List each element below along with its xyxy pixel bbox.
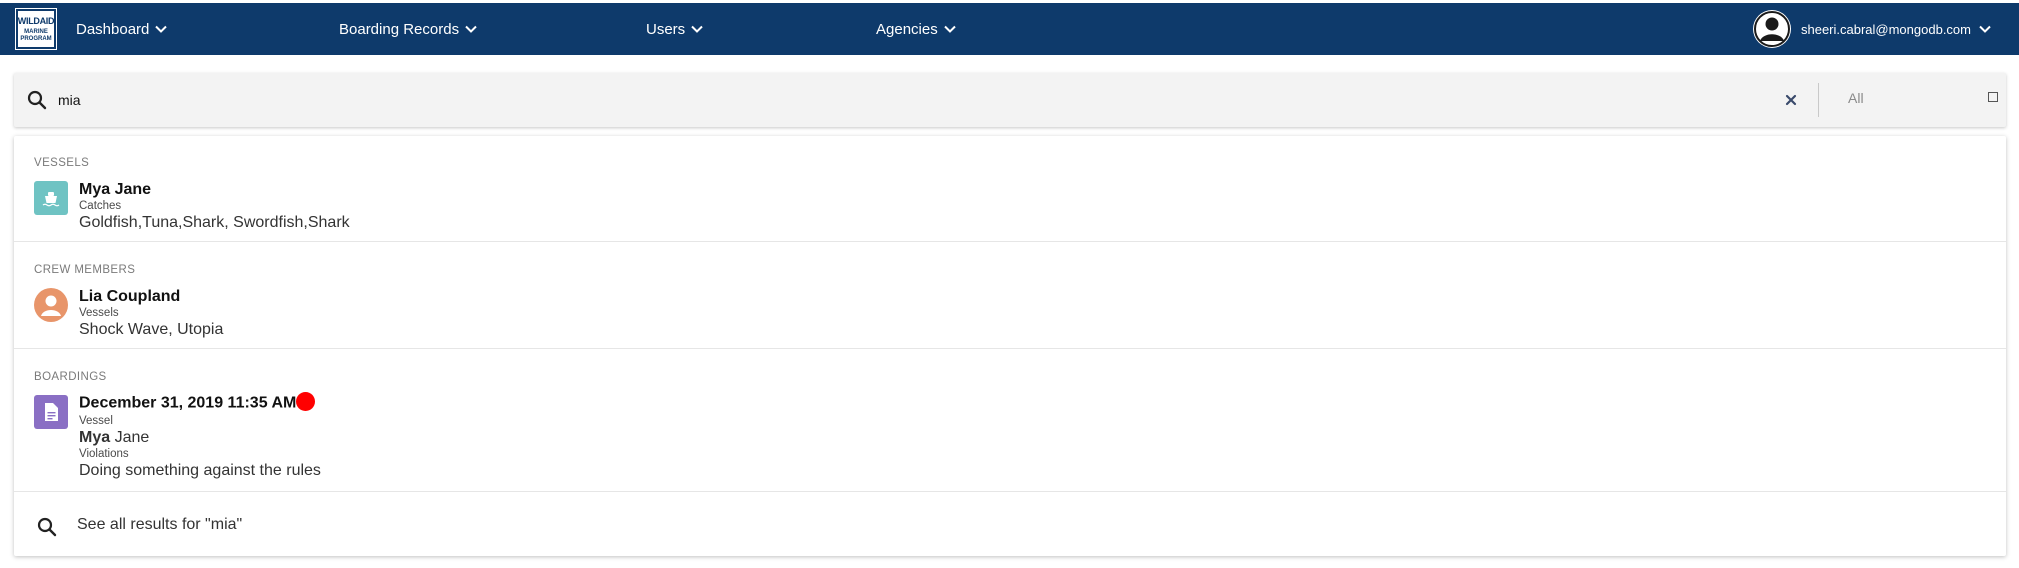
see-all-results-label: See all results for "mia" bbox=[77, 516, 243, 533]
boarding-violations: Doing something against the rules bbox=[79, 462, 321, 479]
wildaid-logo[interactable]: WILDAID MARINE PROGRAM bbox=[15, 8, 57, 50]
see-all-results-link[interactable]: See all results for "mia" bbox=[14, 492, 2006, 556]
search-icon bbox=[26, 89, 48, 111]
section-title-vessels: VESSELS bbox=[34, 157, 90, 169]
user-menu[interactable]: sheeri.cabral@mongodb.com bbox=[1752, 3, 1991, 55]
boarding-vessel-name: Mya Jane bbox=[79, 429, 149, 447]
logo-text-1: WILDAID bbox=[17, 15, 55, 26]
nav-boarding-records[interactable]: Boarding Records bbox=[339, 3, 477, 55]
chevron-down-icon bbox=[155, 25, 168, 33]
chevron-down-icon bbox=[691, 25, 703, 33]
search-results-panel: VESSELS Mya Jane Catches Goldfish,Tuna,S… bbox=[14, 136, 2006, 556]
chevron-down-icon bbox=[465, 25, 477, 33]
crew-name: Lia Coupland bbox=[79, 288, 181, 305]
boarding-violations-label: Violations bbox=[79, 448, 129, 460]
user-email: sheeri.cabral@mongodb.com bbox=[1800, 21, 1971, 37]
person-icon bbox=[34, 288, 68, 322]
user-avatar-icon bbox=[1752, 10, 1791, 48]
filter-dropdown-icon[interactable] bbox=[1988, 92, 1998, 102]
nav-users-label: Users bbox=[646, 20, 686, 38]
boarding-date-text: December 31, 2019 11:35 AM bbox=[79, 394, 297, 412]
nav-boarding-records-label: Boarding Records bbox=[339, 20, 460, 38]
global-search-bar: All bbox=[14, 73, 2006, 127]
boarding-vessel-label: Vessel bbox=[79, 415, 113, 427]
clear-search-icon[interactable] bbox=[1784, 93, 1798, 107]
nav-agencies[interactable]: Agencies bbox=[876, 3, 956, 55]
vessel-name: Mya Jane bbox=[79, 181, 152, 198]
nav-agencies-label: Agencies bbox=[876, 20, 938, 38]
logo-text-3: PROGRAM bbox=[20, 35, 52, 42]
boarding-vessel-rest: Jane bbox=[110, 429, 150, 446]
search-icon bbox=[36, 516, 58, 538]
boarding-vessel-match: Mya bbox=[79, 429, 111, 446]
search-input[interactable] bbox=[58, 87, 1758, 113]
vessel-sub-label: Catches bbox=[79, 200, 122, 212]
status-dot-icon bbox=[296, 392, 316, 411]
boat-icon bbox=[34, 181, 68, 215]
document-icon bbox=[34, 395, 68, 429]
boardings-section: BOARDINGS December 31, 2019 11:35 AM Ves… bbox=[14, 349, 2006, 492]
boarding-date: December 31, 2019 11:35 AM bbox=[79, 392, 316, 413]
nav-users[interactable]: Users bbox=[646, 3, 703, 55]
section-title-crew: CREW MEMBERS bbox=[34, 264, 136, 276]
nav-dashboard[interactable]: Dashboard bbox=[76, 3, 168, 55]
chevron-down-icon bbox=[944, 25, 956, 33]
vessels-section: VESSELS Mya Jane Catches Goldfish,Tuna,S… bbox=[14, 136, 2006, 242]
vessel-catches: Goldfish,Tuna,Shark, Swordfish,Shark bbox=[79, 214, 350, 231]
search-divider bbox=[1818, 83, 1819, 117]
top-navbar: WILDAID MARINE PROGRAM Dashboard Boardin… bbox=[0, 3, 2019, 55]
chevron-down-icon bbox=[1979, 25, 1991, 33]
crew-members-section: CREW MEMBERS Lia Coupland Vessels Shock … bbox=[14, 242, 2006, 349]
search-filter-select[interactable]: All bbox=[1848, 90, 1864, 106]
nav-dashboard-label: Dashboard bbox=[76, 20, 150, 38]
logo-text-2: MARINE bbox=[24, 28, 48, 35]
crew-sub-label: Vessels bbox=[79, 307, 119, 319]
section-title-boardings: BOARDINGS bbox=[34, 371, 107, 383]
crew-vessels: Shock Wave, Utopia bbox=[79, 321, 224, 338]
